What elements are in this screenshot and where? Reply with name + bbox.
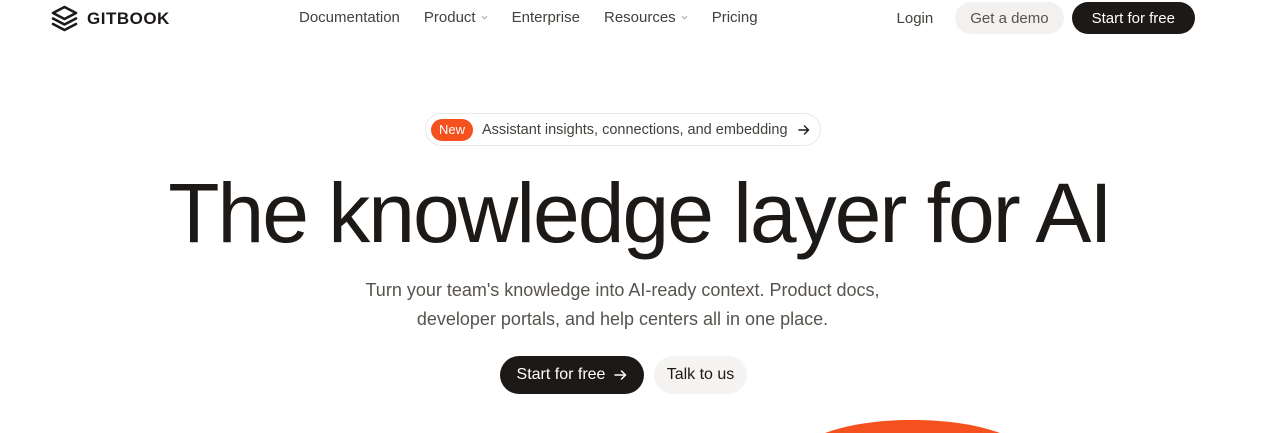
arrow-right-icon: [614, 370, 627, 380]
nav-item-product[interactable]: Product: [424, 9, 488, 26]
gitbook-logo-icon: [51, 5, 78, 32]
hero-actions: Start for free Talk to us: [500, 356, 747, 394]
new-badge: New: [431, 118, 474, 141]
start-free-label: Start for free: [516, 366, 606, 383]
gitbook-logo[interactable]: GITBOOK: [51, 5, 170, 32]
top-navigation: GITBOOK Documentation Product Enterprise…: [0, 0, 1279, 36]
get-demo-button[interactable]: Get a demo: [955, 2, 1064, 34]
hero-subtitle-line-2: developer portals, and help centers all …: [416, 309, 829, 329]
nav-actions: Login Get a demo Start for free: [897, 2, 1195, 34]
nav-item-pricing[interactable]: Pricing: [712, 9, 758, 26]
chevron-down-icon: [481, 15, 488, 20]
login-link[interactable]: Login: [897, 10, 934, 27]
nav-item-label: Pricing: [711, 9, 758, 26]
logo-text: GITBOOK: [87, 8, 170, 28]
announcement-text: Assistant insights, connections, and emb…: [482, 121, 788, 138]
nav-item-label: Product: [423, 9, 476, 26]
arrow-right-icon: [797, 124, 809, 135]
start-free-nav-button[interactable]: Start for free: [1071, 2, 1195, 34]
nav-item-label: Enterprise: [511, 9, 580, 26]
nav-item-documentation[interactable]: Documentation: [299, 9, 400, 26]
main-nav: Documentation Product Enterprise Resourc…: [299, 9, 758, 26]
hero-title: The knowledge layer for AI: [168, 166, 1113, 260]
hero-subtitle-line-1: Turn your team's knowledge into AI-ready…: [365, 280, 880, 300]
hero-subtitle: Turn your team's knowledge into AI-ready…: [340, 276, 905, 334]
start-free-button[interactable]: Start for free: [500, 356, 644, 394]
announcement-pill[interactable]: New Assistant insights, connections, and…: [425, 113, 821, 146]
nav-item-enterprise[interactable]: Enterprise: [512, 9, 580, 26]
chevron-down-icon: [681, 15, 688, 20]
talk-to-us-button[interactable]: Talk to us: [654, 356, 747, 394]
page: GITBOOK Documentation Product Enterprise…: [0, 0, 1279, 433]
nav-item-resources[interactable]: Resources: [604, 9, 688, 26]
nav-item-label: Resources: [603, 9, 676, 26]
hero-illustration-shape: [825, 420, 1000, 433]
nav-item-label: Documentation: [299, 9, 400, 26]
